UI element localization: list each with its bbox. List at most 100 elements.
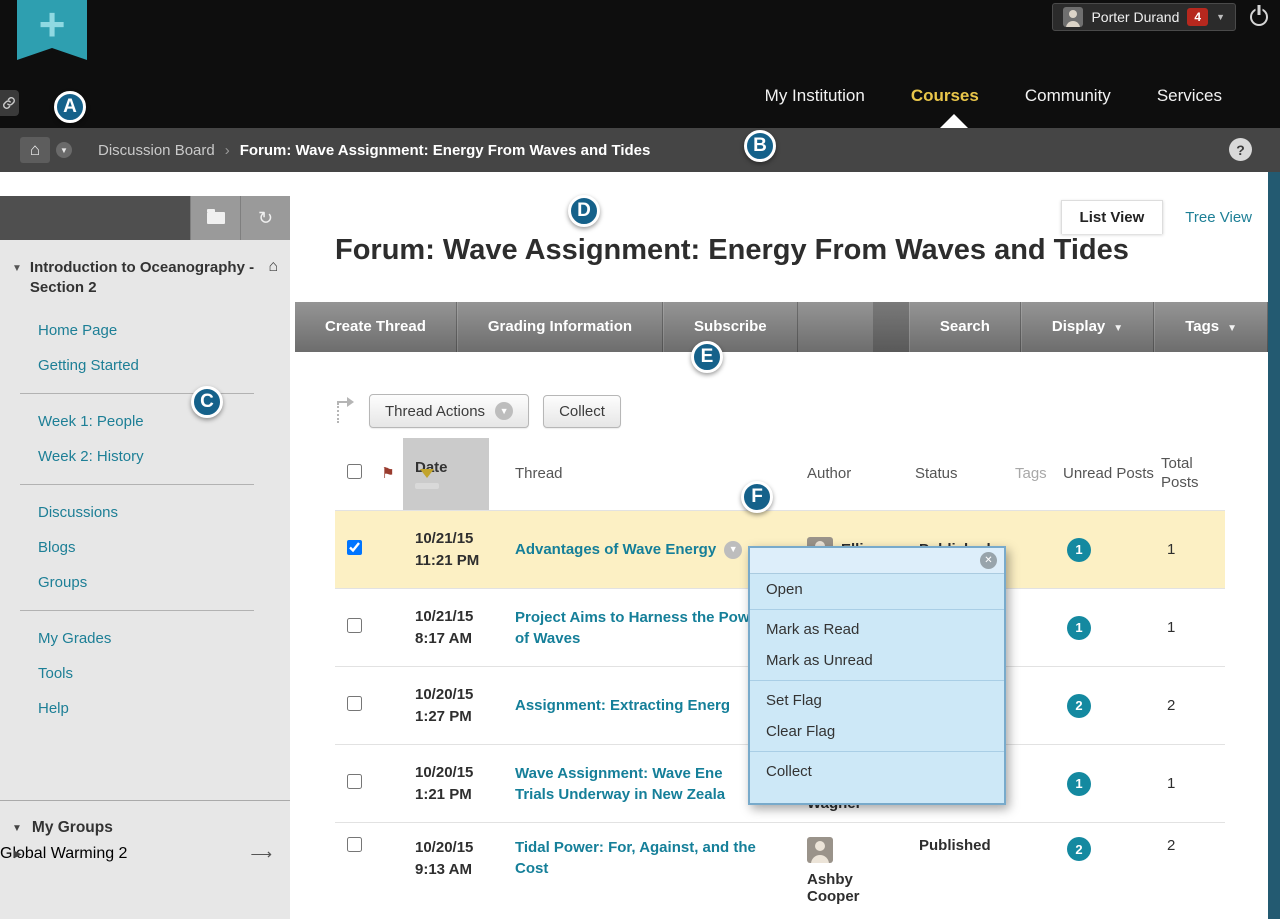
menu-item-collect[interactable]: Collect — [750, 756, 1004, 787]
open-group-arrow-icon[interactable]: ⟶ — [250, 845, 272, 863]
expand-chevron-icon[interactable]: ▶ — [14, 849, 22, 860]
row-checkbox[interactable] — [347, 618, 362, 638]
tab-tree-view[interactable]: Tree View — [1185, 209, 1252, 226]
unread-posts-cell: 2 — [1063, 837, 1161, 861]
thread-context-menu-icon[interactable]: ▼ — [724, 541, 742, 559]
sidebar-item-week1[interactable]: Week 1: People — [0, 404, 290, 439]
chevron-down-icon: ▼ — [1216, 12, 1225, 22]
thread-actions-button[interactable]: Thread Actions ▼ — [369, 394, 529, 428]
my-groups-title: My Groups — [32, 819, 113, 837]
collapse-chevron-icon[interactable]: ▼ — [12, 823, 22, 834]
unread-posts-cell: 1 — [1063, 772, 1161, 796]
sidebar-toolbar: ↻ — [0, 196, 290, 240]
column-header-date[interactable]: Date — [403, 438, 489, 510]
collect-button[interactable]: Collect — [543, 395, 621, 428]
grading-information-button[interactable]: Grading Information — [457, 302, 663, 352]
row-checkbox[interactable] — [347, 837, 362, 857]
sidebar-item-tools[interactable]: Tools — [0, 656, 290, 691]
row-checkbox[interactable] — [347, 774, 362, 794]
course-header: ▼ Introduction to Oceanography - Section… — [0, 240, 290, 307]
total-posts: 1 — [1161, 541, 1225, 558]
thread-date: 10/20/15 1:27 PM — [403, 684, 515, 728]
sidebar-item-help[interactable]: Help — [0, 691, 290, 726]
collapse-chevron-icon[interactable]: ▼ — [12, 263, 22, 299]
thread-link[interactable]: Advantages of Wave Energy — [515, 539, 716, 560]
view-toggle: List View Tree View — [1061, 200, 1252, 234]
add-ribbon-button[interactable]: + — [17, 0, 87, 60]
menu-item-open[interactable]: Open — [750, 574, 1004, 605]
sidebar-item-groups[interactable]: Groups — [0, 565, 290, 600]
unread-count-badge[interactable]: 2 — [1067, 694, 1091, 718]
folder-icon — [207, 212, 225, 224]
sidebar-divider — [20, 484, 254, 485]
link-icon[interactable] — [0, 90, 19, 116]
select-all-checkbox[interactable] — [347, 464, 362, 485]
row-checkbox[interactable] — [347, 696, 362, 716]
course-home-icon[interactable]: ⌂ — [268, 258, 278, 299]
search-button[interactable]: Search — [909, 302, 1021, 352]
sidebar-divider — [20, 610, 254, 611]
thread-link[interactable]: Wave Assignment: Wave Ene Trials Underwa… — [515, 763, 725, 805]
unread-count-badge[interactable]: 1 — [1067, 616, 1091, 640]
page-title: Forum: Wave Assignment: Energy From Wave… — [335, 234, 1129, 267]
user-menu[interactable]: Porter Durand 4 ▼ — [1052, 3, 1236, 31]
menu-item-set-flag[interactable]: Set Flag — [750, 685, 1004, 716]
unread-count-badge[interactable]: 2 — [1067, 837, 1091, 861]
logout-power-icon[interactable] — [1250, 8, 1268, 26]
sidebar-item-global-warming-2[interactable]: Global Warming 2 — [0, 845, 290, 863]
total-posts: 2 — [1161, 837, 1225, 854]
help-icon[interactable]: ? — [1229, 138, 1252, 161]
group-item: ▶ Global Warming 2 ⟶ — [0, 845, 290, 863]
sidebar-item-my-grades[interactable]: My Grades — [0, 621, 290, 656]
breadcrumb-bar: ⌂ ▼ Discussion Board › Forum: Wave Assig… — [0, 128, 1280, 172]
subscribe-button[interactable]: Subscribe — [663, 302, 798, 352]
sidebar-item-home-page[interactable]: Home Page — [0, 313, 290, 348]
menu-item-mark-as-read[interactable]: Mark as Read — [750, 614, 1004, 645]
nav-courses[interactable]: Courses — [911, 86, 979, 106]
sidebar-item-getting-started[interactable]: Getting Started — [0, 348, 290, 383]
sidebar-item-discussions[interactable]: Discussions — [0, 495, 290, 530]
callout-badge-e: E — [691, 341, 723, 373]
close-icon[interactable]: ✕ — [980, 552, 997, 569]
refresh-button[interactable]: ↻ — [240, 196, 290, 240]
nav-my-institution[interactable]: My Institution — [765, 86, 865, 106]
thread-actions-label: Thread Actions — [385, 403, 485, 420]
sidebar-item-week2[interactable]: Week 2: History — [0, 439, 290, 474]
active-tab-notch — [940, 114, 968, 128]
tags-menu-button[interactable]: Tags▼ — [1154, 302, 1268, 352]
unread-count-badge[interactable]: 1 — [1067, 772, 1091, 796]
thread-date: 10/21/15 11:21 PM — [403, 528, 515, 572]
menu-item-mark-as-unread[interactable]: Mark as Unread — [750, 645, 1004, 676]
author-avatar — [807, 837, 833, 863]
thread-link[interactable]: Tidal Power: For, Against, and the Cost — [515, 837, 767, 879]
thread-link[interactable]: Assignment: Extracting Energ — [515, 695, 730, 716]
unread-count-badge[interactable]: 1 — [1067, 538, 1091, 562]
thread-link[interactable]: Project Aims to Harness the Power of Wav… — [515, 607, 767, 649]
home-icon[interactable]: ⌂ — [20, 137, 50, 163]
create-thread-button[interactable]: Create Thread — [295, 302, 457, 352]
nav-community[interactable]: Community — [1025, 86, 1111, 106]
sidebar-item-blogs[interactable]: Blogs — [0, 530, 290, 565]
breadcrumb-expand-icon[interactable]: ▼ — [56, 142, 72, 158]
unread-posts-cell: 1 — [1063, 538, 1161, 562]
nav-services[interactable]: Services — [1157, 86, 1222, 106]
notification-badge[interactable]: 4 — [1187, 8, 1208, 26]
table-row: 10/20/15 9:13 AM Tidal Power: For, Again… — [335, 822, 1225, 919]
tab-list-view[interactable]: List View — [1061, 200, 1164, 234]
my-groups-header: ▼ My Groups — [0, 811, 290, 845]
course-sidebar: ↻ ▼ Introduction to Oceanography - Secti… — [0, 196, 290, 919]
row-checkbox[interactable] — [347, 540, 362, 560]
collapse-menu-button[interactable] — [190, 196, 240, 240]
total-posts: 2 — [1161, 697, 1225, 714]
display-menu-button[interactable]: Display▼ — [1021, 302, 1154, 352]
breadcrumb-parent-link[interactable]: Discussion Board — [98, 142, 215, 159]
blackboard-screen: + Porter Durand 4 ▼ My Institution Cours… — [0, 0, 1280, 919]
total-posts: 1 — [1161, 619, 1225, 636]
callout-badge-c: C — [191, 386, 223, 418]
menu-item-clear-flag[interactable]: Clear Flag — [750, 716, 1004, 747]
menu-divider — [750, 751, 1004, 752]
callout-badge-b: B — [744, 130, 776, 162]
context-menu-header: ✕ — [750, 548, 1004, 574]
chain-link-icon — [2, 96, 16, 110]
user-name: Porter Durand — [1091, 9, 1179, 25]
